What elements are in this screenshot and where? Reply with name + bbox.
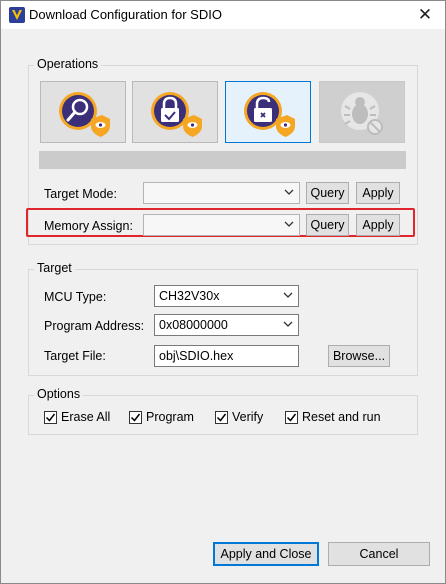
window-title: Download Configuration for SDIO xyxy=(29,7,222,22)
chevron-down-icon xyxy=(284,221,294,227)
checkbox-box[interactable] xyxy=(44,410,57,424)
download-config-window: Download Configuration for SDIO ✕ Operat… xyxy=(0,0,446,584)
program-address-select[interactable]: 0x08000000 xyxy=(154,314,299,336)
memory-assign-select[interactable] xyxy=(143,214,300,236)
title-bar: Download Configuration for SDIO ✕ xyxy=(1,1,445,29)
erase-all-label: Erase All xyxy=(61,410,111,424)
search-shield-icon xyxy=(59,92,110,137)
app-logo-icon xyxy=(9,7,25,23)
target-mode-select[interactable] xyxy=(143,182,300,204)
verify-label: Verify xyxy=(232,410,264,424)
target-file-input[interactable]: obj\SDIO.hex xyxy=(154,345,299,367)
mcu-type-value: CH32V30x xyxy=(159,289,220,303)
reset-and-run-label: Reset and run xyxy=(302,410,381,424)
check-icon xyxy=(286,413,297,422)
target-mode-query-button[interactable]: Query xyxy=(306,182,349,204)
target-mode-label: Target Mode: xyxy=(44,187,117,201)
apply-and-close-button[interactable]: Apply and Close xyxy=(213,542,319,566)
program-address-label: Program Address: xyxy=(44,319,145,333)
checkbox-box[interactable] xyxy=(285,410,298,424)
protect-button[interactable] xyxy=(132,81,218,143)
mcu-type-label: MCU Type: xyxy=(44,290,107,304)
operations-group-label: Operations xyxy=(34,57,102,71)
lock-check-shield-icon xyxy=(151,92,202,137)
check-icon xyxy=(216,413,227,422)
memory-assign-query-button[interactable]: Query xyxy=(306,214,349,236)
unlock-shield-icon xyxy=(244,92,295,137)
progress-bar xyxy=(39,151,406,169)
close-button[interactable]: ✕ xyxy=(405,1,445,29)
check-icon xyxy=(130,413,141,422)
mcu-type-select[interactable]: CH32V30x xyxy=(154,285,299,307)
checkbox-box[interactable] xyxy=(215,410,228,424)
bug-disabled-icon xyxy=(341,92,383,135)
chevron-down-icon xyxy=(284,189,294,195)
cancel-button[interactable]: Cancel xyxy=(328,542,430,566)
target-group-label: Target xyxy=(34,261,75,275)
program-label: Program xyxy=(146,410,194,424)
close-icon: ✕ xyxy=(417,5,433,24)
target-file-label: Target File: xyxy=(44,349,106,363)
memory-assign-label: Memory Assign: xyxy=(44,219,133,233)
verify-checkbox[interactable]: Verify xyxy=(215,410,263,424)
target-mode-apply-button[interactable]: Apply xyxy=(356,182,400,204)
options-group-label: Options xyxy=(34,387,84,401)
chevron-down-icon xyxy=(283,292,293,298)
checkbox-box[interactable] xyxy=(129,410,142,424)
memory-assign-apply-button[interactable]: Apply xyxy=(356,214,400,236)
program-address-value: 0x08000000 xyxy=(159,318,228,332)
chevron-down-icon xyxy=(283,321,293,327)
query-protection-button[interactable] xyxy=(40,81,126,143)
debug-button[interactable] xyxy=(319,81,405,143)
check-icon xyxy=(45,413,56,422)
browse-button[interactable]: Browse... xyxy=(328,345,390,367)
unprotect-button[interactable] xyxy=(225,81,311,143)
reset-and-run-checkbox[interactable]: Reset and run xyxy=(285,410,381,424)
erase-all-checkbox[interactable]: Erase All xyxy=(44,410,110,424)
program-checkbox[interactable]: Program xyxy=(129,410,194,424)
